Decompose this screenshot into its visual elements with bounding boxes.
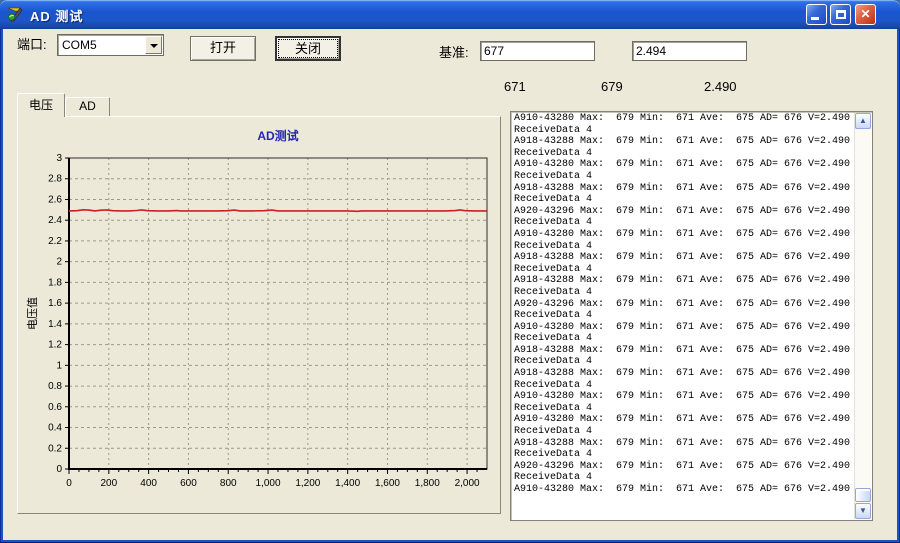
- svg-text:1,800: 1,800: [415, 478, 440, 489]
- maximize-icon: [836, 10, 846, 19]
- svg-text:0.4: 0.4: [48, 423, 62, 434]
- svg-text:600: 600: [180, 478, 197, 489]
- svg-text:3: 3: [56, 153, 62, 164]
- voltage-chart: AD测试电压值 0 200 400 600 800 1,000 1,200 1,400 1,600…: [22, 120, 496, 512]
- svg-text:2: 2: [56, 257, 62, 268]
- svg-text:1: 1: [56, 360, 62, 371]
- svg-text:2,000: 2,000: [455, 478, 480, 489]
- svg-text:2.6: 2.6: [48, 194, 62, 205]
- minimize-button[interactable]: [806, 4, 827, 25]
- svg-text:2.2: 2.2: [48, 236, 62, 247]
- svg-text:800: 800: [220, 478, 237, 489]
- titlebar[interactable]: AD 测试 ✕: [0, 0, 900, 29]
- scrollbar-thumb[interactable]: [855, 488, 871, 502]
- port-label: 端口:: [17, 37, 47, 52]
- baseline-label: 基准:: [439, 45, 469, 60]
- scroll-down-button[interactable]: ▼: [855, 503, 871, 519]
- port-combobox-value: COM5: [62, 38, 97, 52]
- tab-ad[interactable]: AD: [65, 97, 110, 116]
- svg-text:电压值: 电压值: [26, 297, 39, 330]
- app-icon: [7, 7, 23, 22]
- svg-text:AD测试: AD测试: [257, 128, 298, 143]
- focus-rect: [278, 39, 338, 58]
- svg-text:1,600: 1,600: [375, 478, 400, 489]
- svg-text:0.2: 0.2: [48, 443, 62, 454]
- readout-max: 679: [601, 79, 623, 94]
- port-combobox-dropdown-button[interactable]: [145, 36, 162, 54]
- minimize-icon: [811, 17, 819, 20]
- log-lines: A910-43280 Max: 679 Min: 671 Ave: 675 AD…: [514, 113, 851, 495]
- svg-text:400: 400: [140, 478, 157, 489]
- svg-text:0: 0: [56, 464, 62, 475]
- svg-text:200: 200: [100, 478, 117, 489]
- readout-voltage: 2.490: [704, 79, 737, 94]
- svg-text:2.8: 2.8: [48, 174, 62, 185]
- chevron-down-icon: [150, 44, 158, 48]
- svg-text:0: 0: [66, 478, 72, 489]
- voltage-tab-page: AD测试电压值 0 200 400 600 800 1,000 1,200 1,400 1,600…: [17, 116, 501, 514]
- baseline-voltage-input[interactable]: [632, 41, 747, 61]
- readout-min: 671: [504, 79, 526, 94]
- scroll-up-button[interactable]: ▲: [855, 113, 871, 129]
- svg-text:1,200: 1,200: [295, 478, 320, 489]
- svg-text:1.8: 1.8: [48, 277, 62, 288]
- svg-text:1.6: 1.6: [48, 298, 62, 309]
- log-scrollbar[interactable]: ▲ ▼: [854, 113, 871, 519]
- close-icon: ✕: [860, 7, 871, 21]
- svg-text:2.4: 2.4: [48, 215, 62, 226]
- close-button[interactable]: 关闭: [275, 36, 341, 61]
- svg-text:1.4: 1.4: [48, 319, 62, 330]
- window-title: AD 测试: [30, 9, 84, 24]
- svg-text:1,000: 1,000: [256, 478, 281, 489]
- tab-voltage[interactable]: 电压: [17, 93, 65, 117]
- svg-text:0.6: 0.6: [48, 402, 62, 413]
- svg-text:0.8: 0.8: [48, 381, 62, 392]
- port-combobox[interactable]: COM5: [57, 34, 164, 56]
- close-window-button[interactable]: ✕: [855, 4, 876, 25]
- log-panel[interactable]: A910-43280 Max: 679 Min: 671 Ave: 675 AD…: [510, 111, 873, 521]
- open-button[interactable]: 打开: [190, 36, 256, 61]
- app-window: AD 测试 ✕ 端口: COM5 打开 关闭 基准: 671 679 2.490…: [0, 0, 900, 543]
- svg-text:1.2: 1.2: [48, 340, 62, 351]
- maximize-button[interactable]: [830, 4, 851, 25]
- client-area: 端口: COM5 打开 关闭 基准: 671 679 2.490 电压 AD A…: [3, 29, 897, 540]
- svg-text:1,400: 1,400: [335, 478, 360, 489]
- baseline-ad-input[interactable]: [480, 41, 595, 61]
